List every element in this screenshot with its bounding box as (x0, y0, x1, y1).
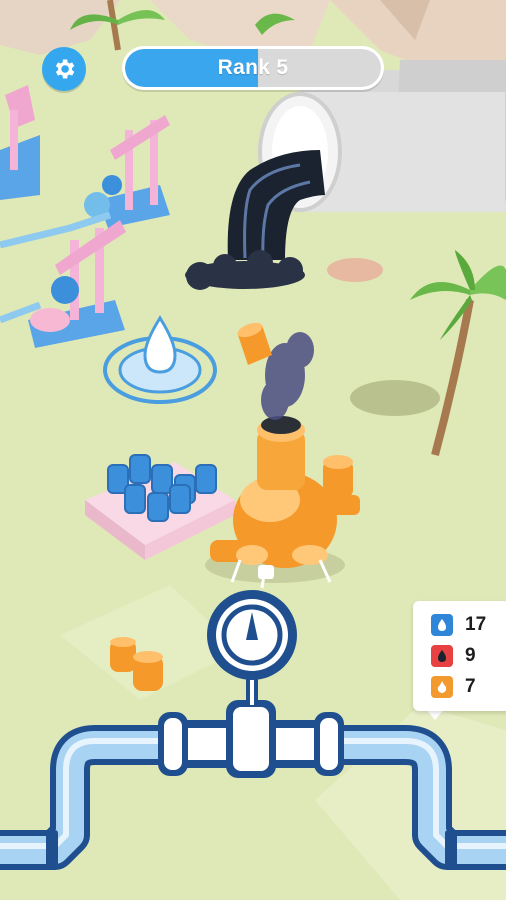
game-scene (0, 0, 506, 900)
gear-icon (55, 59, 75, 79)
fire-barrel-count: 7 (465, 676, 476, 697)
fire-barrel-icon (431, 676, 453, 698)
inventory-item-oil: 9 (431, 644, 506, 668)
dig-spot (327, 258, 383, 282)
inventory-panel: 17 9 7 (413, 601, 506, 711)
inventory-item-fire: 7 (431, 675, 506, 699)
pressure-gauge-icon (207, 590, 297, 680)
oil-barrel-count: 9 (465, 645, 476, 666)
oil-barrel-icon (431, 645, 453, 667)
rank-label: Rank 5 (217, 56, 289, 79)
inventory-item-water: 17 (431, 613, 506, 637)
water-barrel-icon (431, 614, 453, 636)
settings-button[interactable] (42, 47, 86, 91)
water-barrel-count: 17 (465, 614, 487, 635)
rank-progress-bar: Rank 5 (122, 46, 384, 90)
